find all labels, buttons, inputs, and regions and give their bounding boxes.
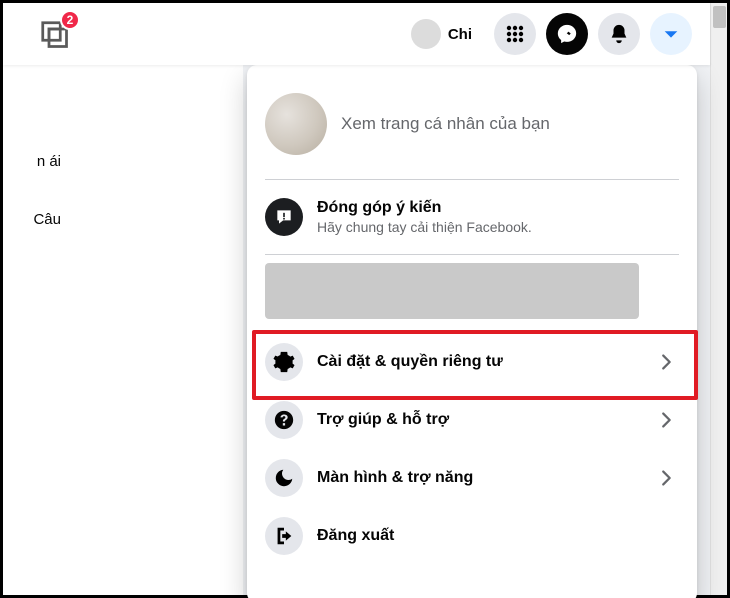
gear-icon <box>273 351 295 373</box>
avatar-large <box>265 93 327 155</box>
settings-icon-wrap <box>265 343 303 381</box>
content-inner-strip <box>81 65 243 595</box>
messenger-button[interactable] <box>546 13 588 55</box>
settings-privacy-row[interactable]: Cài đặt & quyền riêng tư <box>255 333 689 391</box>
view-profile-label: Xem trang cá nhân của bạn <box>341 114 550 134</box>
logout-label: Đăng xuất <box>317 527 394 545</box>
account-dropdown-button[interactable] <box>650 13 692 55</box>
chevron-right-icon <box>655 351 677 373</box>
left-clipped-text: n ái Câu <box>1 153 61 269</box>
question-icon <box>273 409 295 431</box>
feedback-title: Đóng góp ý kiến <box>317 199 532 217</box>
brand-icon-wrapper[interactable]: 2 <box>39 19 69 49</box>
avatar-small <box>411 19 441 49</box>
logout-row[interactable]: Đăng xuất <box>255 507 689 565</box>
ad-placeholder[interactable] <box>265 263 639 319</box>
display-icon-wrap <box>265 459 303 497</box>
moon-icon <box>273 467 295 489</box>
grid-icon <box>505 24 525 44</box>
divider <box>265 179 679 180</box>
profile-name: Chi <box>448 26 472 43</box>
ad-section <box>255 263 689 319</box>
chevron-right-icon <box>655 467 677 489</box>
notification-badge: 2 <box>60 10 80 30</box>
account-menu-panel: Xem trang cá nhân của bạn Đóng góp ý kiế… <box>247 65 697 598</box>
chevron-right-icon <box>655 409 677 431</box>
menu-button[interactable] <box>494 13 536 55</box>
logout-icon-wrap <box>265 517 303 555</box>
help-icon-wrap <box>265 401 303 439</box>
feedback-subtitle: Hãy chung tay cải thiện Facebook. <box>317 219 532 235</box>
clipped-line-1: n ái <box>1 153 61 171</box>
display-accessibility-row[interactable]: Màn hình & trợ năng <box>255 449 689 507</box>
bell-icon <box>608 23 630 45</box>
profile-chip[interactable]: Chi <box>407 15 484 53</box>
help-support-label: Trợ giúp & hỗ trợ <box>317 411 449 429</box>
feedback-row[interactable]: Đóng góp ý kiến Hãy chung tay cải thiện … <box>255 188 689 246</box>
view-profile-row[interactable]: Xem trang cá nhân của bạn <box>255 77 689 171</box>
settings-privacy-label: Cài đặt & quyền riêng tư <box>317 353 503 371</box>
header-right: Chi <box>407 13 692 55</box>
feedback-icon <box>274 207 294 227</box>
scrollbar-thumb[interactable] <box>713 6 726 28</box>
caret-down-icon <box>662 25 680 43</box>
notifications-button[interactable] <box>598 13 640 55</box>
divider <box>265 254 679 255</box>
messenger-icon <box>556 23 578 45</box>
scrollbar-track[interactable] <box>710 3 727 595</box>
display-accessibility-label: Màn hình & trợ năng <box>317 469 473 487</box>
clipped-line-2: Câu <box>1 211 61 229</box>
logout-icon <box>273 525 295 547</box>
app-header: 2 Chi <box>3 3 710 65</box>
feedback-icon-wrap <box>265 198 303 236</box>
help-support-row[interactable]: Trợ giúp & hỗ trợ <box>255 391 689 449</box>
